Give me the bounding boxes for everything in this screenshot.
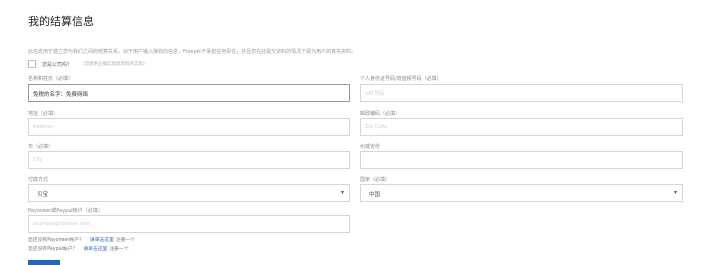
paypal-signup-link[interactable]: 请单击这里: [83, 247, 107, 252]
postal-label: 邮政编码（必填）: [360, 111, 401, 117]
company-checkbox[interactable]: [28, 60, 36, 68]
company-label: 您是公司吗？: [42, 61, 73, 68]
country-value: 中国: [369, 192, 381, 198]
country-select[interactable]: 中国 ▾: [360, 184, 683, 202]
submit-button[interactable]: [28, 260, 60, 265]
name-label: 名称和姓氏（必填）: [28, 76, 74, 82]
payoneer-signup-link[interactable]: 请单击这里: [90, 238, 114, 243]
payoneer-signup-line: 您还没有Payoneer帐户？ 请单击这里 注册一个: [28, 236, 135, 243]
vat-field[interactable]: VAT号码: [360, 84, 683, 102]
company-hint: （您提供正确实现您资料的实际）: [80, 62, 148, 67]
state-label: 州或省份: [360, 144, 381, 150]
chevron-down-icon: ▾: [340, 189, 344, 196]
city-label: 市（必填）: [28, 144, 54, 150]
payment-method-select[interactable]: 贝宝 ▾: [28, 184, 350, 202]
chevron-down-icon: ▾: [673, 189, 677, 196]
paypal-signup-rest: 注册一个: [109, 247, 129, 252]
postal-placeholder: Zip Code: [365, 124, 388, 130]
address-field[interactable]: Address: [28, 118, 350, 136]
city-placeholder: City: [33, 157, 43, 163]
payoneer-signup-text: 您还没有Payoneer帐户？: [28, 238, 84, 243]
vat-placeholder: VAT号码: [365, 91, 385, 97]
city-field[interactable]: City: [28, 151, 350, 169]
country-label: 国家（必填）: [360, 177, 391, 183]
payoneer-field[interactable]: example@domain.com: [28, 215, 350, 233]
page-description: 此信息用于建立您与我们之间的结算关系。对于用户输入接收的信息，Freepik不承…: [28, 49, 357, 55]
paypal-signup-line: 您还没有Paypal帐户？ 请单击这里 注册一个: [28, 245, 129, 252]
name-value: 免税的名字：免费网络: [33, 92, 89, 98]
vat-label: 个人身份证号码/增值税号码（必填）: [360, 76, 442, 82]
payment-method-label: 付款方式: [28, 177, 49, 183]
company-row: 您是公司吗？ （您提供正确实现您资料的实际）: [28, 60, 148, 68]
page-title: 我的结算信息: [28, 15, 94, 28]
address-placeholder: Address: [33, 124, 53, 130]
postal-field[interactable]: Zip Code: [360, 118, 683, 136]
payoneer-placeholder: example@domain.com: [33, 221, 91, 227]
name-field[interactable]: 免税的名字：免费网络: [28, 84, 350, 102]
payoneer-signup-rest: 注册一个: [115, 238, 136, 243]
payment-method-value: 贝宝: [37, 192, 49, 198]
paypal-signup-text: 您还没有Paypal帐户？: [28, 247, 78, 252]
payoneer-label: Payoneer或Paypal帐户（必填）: [28, 208, 103, 214]
address-label: 地址（必填）: [28, 111, 59, 117]
state-field[interactable]: [360, 151, 683, 169]
